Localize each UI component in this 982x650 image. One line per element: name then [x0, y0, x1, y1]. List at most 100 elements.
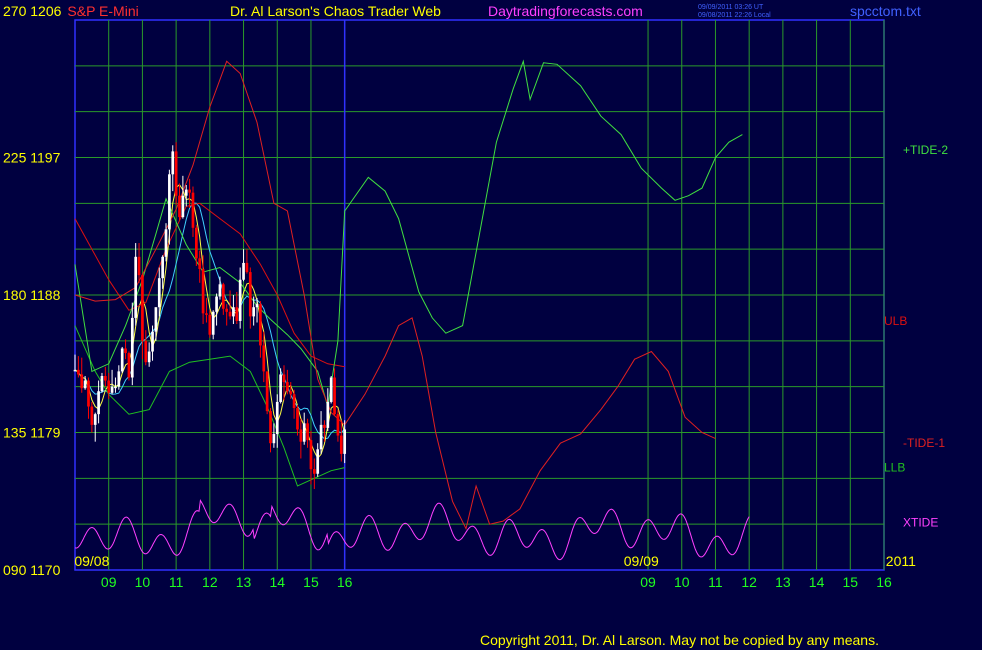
price-candle-body [114, 386, 117, 389]
price-candle-body [161, 256, 164, 279]
price-candle-body [265, 371, 269, 412]
price-candle-body [208, 314, 212, 335]
price-candle-body [110, 386, 114, 393]
chart-header-left: 270 1206 S&P E-Mini [3, 4, 139, 18]
x-axis-date-label: 2011 [886, 553, 916, 569]
x-axis-hour-label: 16 [876, 574, 892, 590]
price-candle-body [218, 284, 222, 297]
price-candle-body [154, 307, 158, 332]
price-candle-body [259, 304, 262, 346]
price-candle-body [93, 414, 97, 425]
price-candle-body [171, 151, 175, 175]
x-axis-hour-label: 09 [640, 574, 656, 590]
price-candle-body [289, 391, 293, 395]
price-candle-body [255, 304, 259, 308]
price-candle-body [245, 262, 249, 273]
price-candle-body [144, 340, 148, 363]
price-candle-body [272, 434, 276, 444]
label-llb: LLB [884, 461, 905, 475]
price-candle-body [339, 435, 343, 454]
x-axis-hour-label: 15 [303, 574, 319, 590]
price-candle-body [333, 377, 336, 415]
price-candle-body [302, 423, 306, 442]
price-candle-body [168, 174, 171, 230]
price-candle-body [127, 353, 131, 378]
x-axis-hour-label: 13 [236, 574, 252, 590]
price-candle-body [205, 313, 208, 315]
price-candle-body [80, 374, 84, 389]
price-candle-body [279, 374, 282, 402]
timestamp-local: 09/08/2011 22:26 Local [698, 12, 771, 19]
chart-title: Dr. Al Larson's Chaos Trader Web [230, 3, 441, 19]
price-candle-body [312, 469, 316, 474]
site-link[interactable]: Daytradingforecasts.com [488, 4, 643, 18]
copyright-notice: Copyright 2011, Dr. Al Larson. May not b… [480, 632, 879, 648]
price-candle-body [299, 429, 303, 442]
x-axis-hour-label: 14 [269, 574, 285, 590]
price-candle-body [137, 256, 141, 276]
price-candle-body [221, 284, 225, 309]
x-axis-date-label: 09/09 [624, 553, 659, 569]
y-axis-tick-label: 225 1197 [3, 150, 61, 166]
price-candle-body [107, 380, 111, 393]
label-xtide: XTIDE [903, 516, 938, 530]
price-candle-body [87, 380, 90, 407]
left-scale-top-label: 270 1206 [3, 3, 62, 19]
price-candle-body [188, 189, 191, 193]
y-axis-tick-label: 090 1170 [3, 562, 61, 578]
price-candle-body [306, 423, 309, 441]
price-candle-body [164, 229, 168, 257]
price-candle-body [181, 195, 185, 218]
price-candle-body [326, 401, 330, 428]
x-axis-hour-label: 12 [202, 574, 218, 590]
price-candle-body [292, 394, 296, 409]
price-candle-body [309, 440, 313, 470]
x-axis-hour-label: 10 [135, 574, 151, 590]
price-candle-body [329, 377, 333, 402]
price-candle-body [343, 429, 347, 454]
price-candle-body [100, 375, 104, 392]
price-candle-body [124, 348, 127, 354]
price-candle-body [228, 311, 232, 317]
price-candle-body [103, 375, 107, 381]
price-candle-body [120, 348, 124, 372]
x-axis-hour-label: 13 [775, 574, 791, 590]
price-candle-body [296, 408, 299, 430]
chart-canvas: 090 1170 135 1179 180 1188 225 1197 09 10 11 12… [3, 19, 948, 590]
x-axis-hour-label: 09 [101, 574, 117, 590]
price-candle-body [147, 351, 151, 363]
timestamp-block: 09/09/2011 03:26 UT 09/08/2011 22:26 Loca… [698, 4, 771, 20]
price-candle-body [83, 380, 87, 389]
price-candle-body [235, 307, 239, 321]
price-candle-body [77, 369, 80, 375]
y-axis-tick-label: 135 1179 [3, 425, 61, 441]
price-candle-body [319, 424, 323, 450]
price-candle-body [269, 411, 272, 444]
price-candle-body [323, 424, 326, 428]
price-candle-body [262, 345, 266, 372]
label-tide1: -TIDE-1 [903, 436, 945, 450]
price-candle-body [97, 391, 100, 415]
price-candle-body [157, 278, 161, 308]
x-axis-hour-label: 16 [337, 574, 353, 590]
price-candle-body [238, 279, 242, 321]
price-candle-body [201, 269, 205, 314]
price-candle-body [286, 382, 289, 392]
timestamp-ut: 09/09/2011 03:26 UT [698, 4, 764, 11]
price-candle-body [211, 311, 215, 335]
filename-label: spcctom.txt [850, 3, 921, 19]
price-candle-body [336, 414, 340, 436]
price-candle-body [316, 449, 320, 474]
price-candle-body [151, 331, 154, 352]
price-candle-body [225, 308, 229, 312]
price-candle-body [174, 151, 178, 196]
price-candle-body [90, 406, 94, 425]
price-candle-body [215, 296, 218, 312]
series-line-tide2 [74, 59, 743, 407]
label-ulb: ULB [884, 314, 907, 328]
price-candle-body [275, 401, 279, 435]
y-axis-tick-label: 180 1188 [3, 287, 61, 303]
price-candle-body [242, 262, 245, 280]
price-candle-body [195, 227, 198, 259]
price-candle-body [178, 195, 181, 218]
